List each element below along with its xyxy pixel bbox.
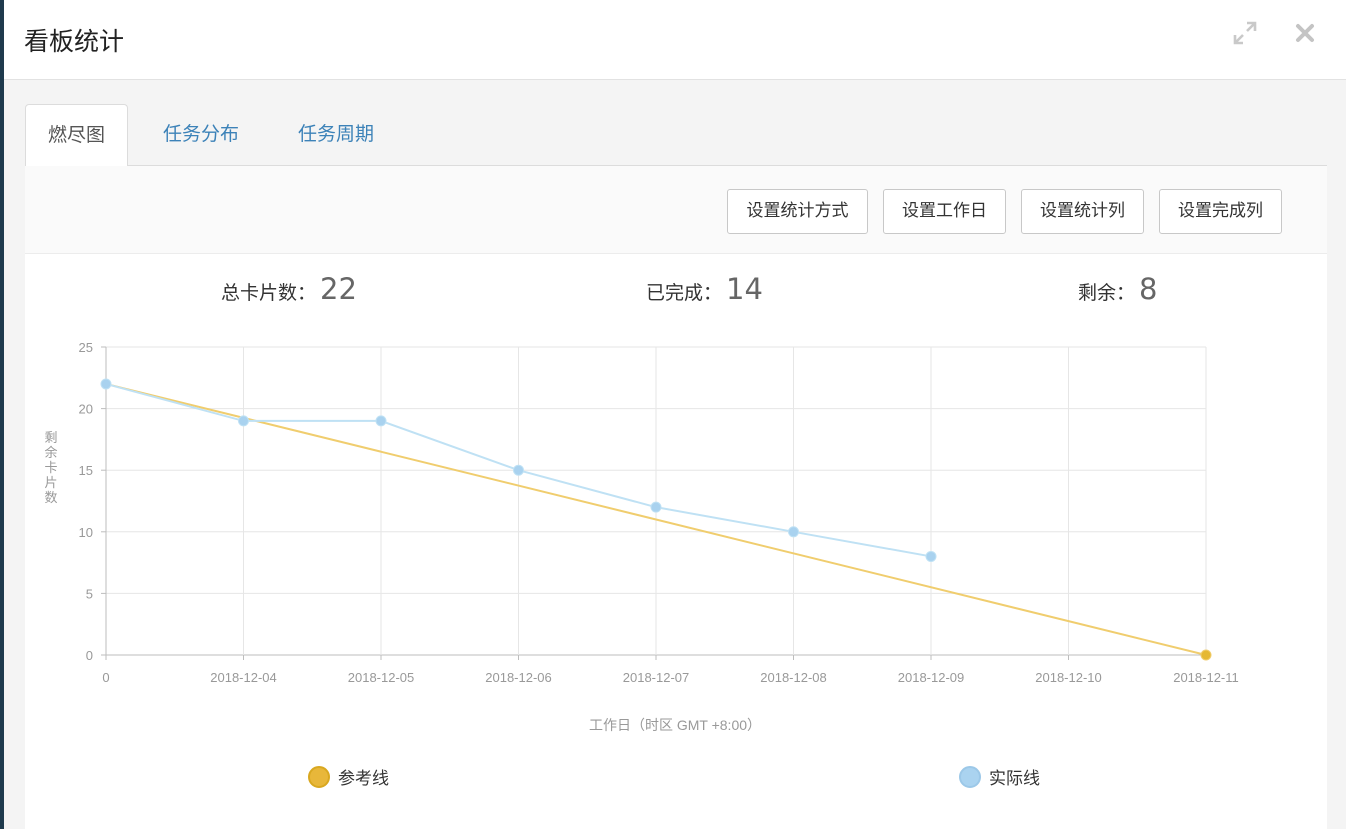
close-icon[interactable]: [1290, 18, 1320, 48]
data-point: [100, 378, 112, 390]
y-axis-label-char: 卡: [44, 460, 57, 475]
y-tick-label: 15: [79, 463, 93, 478]
data-point: [1200, 649, 1212, 661]
legend-reference-label: 参考线: [338, 769, 389, 789]
x-tick-label: 2018-12-10: [1035, 670, 1102, 685]
x-tick-label: 2018-12-06: [485, 670, 552, 685]
data-point: [513, 464, 524, 476]
data-point: [788, 526, 799, 538]
y-axis-label-char: 余: [44, 445, 57, 460]
tab-task-cycle[interactable]: 任务周期: [276, 104, 396, 166]
tab-bar: 燃尽图 任务分布 任务周期: [25, 104, 1327, 167]
modal-header: 看板统计: [4, 0, 1346, 80]
legend-item-reference[interactable]: 参考线: [308, 764, 389, 789]
tab-burndown[interactable]: 燃尽图: [25, 104, 129, 167]
legend-item-actual[interactable]: 实际线: [959, 764, 1040, 789]
y-tick-label: 25: [79, 340, 93, 355]
y-axis-label-char: 片: [44, 475, 57, 490]
legend-actual-label: 实际线: [989, 769, 1040, 789]
y-tick-label: 10: [79, 525, 93, 540]
data-point: [238, 415, 249, 427]
x-tick-label: 2018-12-11: [1173, 670, 1239, 685]
data-point: [925, 550, 937, 562]
burndown-panel: 设置统计方式 设置工作日 设置统计列 设置完成列 总卡片数： 22 已完成： 1…: [25, 166, 1327, 829]
y-tick-label: 5: [86, 586, 93, 601]
expand-icon[interactable]: [1230, 18, 1260, 48]
y-tick-label: 20: [79, 402, 93, 417]
x-tick-label: 2018-12-07: [623, 670, 690, 685]
y-axis-label-char: 数: [44, 490, 57, 505]
data-point: [375, 415, 387, 427]
x-tick-label: 2018-12-09: [898, 670, 965, 685]
x-tick-label: 0: [102, 670, 109, 685]
y-tick-label: 0: [86, 648, 93, 663]
x-tick-label: 2018-12-08: [760, 670, 827, 685]
x-tick-label: 2018-12-05: [348, 670, 415, 685]
legend-actual-swatch: [959, 765, 981, 788]
burndown-modal: 看板统计 燃尽图 任务分布 任务周期 设置统计方式 设置工作日 设置统计列 设置…: [4, 0, 1346, 829]
modal-title: 看板统计: [24, 27, 125, 56]
y-axis-label-char: 剩: [44, 430, 57, 445]
tab-task-distribution[interactable]: 任务分布: [141, 104, 261, 166]
data-point: [650, 501, 662, 513]
x-tick-label: 2018-12-04: [210, 670, 277, 685]
burndown-chart: 0 5 10 15 20 25 0 2018-12-04 2018-12-05 2018-12-0…: [44, 340, 1239, 733]
legend-reference-swatch: [308, 765, 330, 788]
x-axis-label: 工作日（时区 GMT +8:00）: [589, 717, 761, 733]
